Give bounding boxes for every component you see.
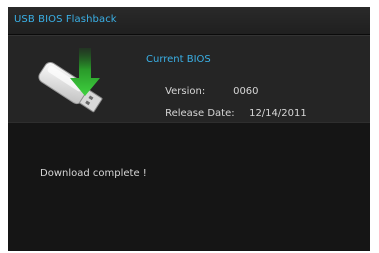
usb-drive-download-icon — [38, 48, 103, 113]
version-value: 0060 — [233, 86, 259, 97]
release-date-label: Release Date: — [165, 108, 235, 119]
status-message: Download complete ! — [40, 168, 147, 179]
usb-bios-flashback-window: USB BIOS Flashback Current BIOS Version:… — [8, 7, 370, 251]
current-bios-heading: Current BIOS — [146, 54, 211, 65]
release-date-value: 12/14/2011 — [249, 108, 307, 119]
window-title: USB BIOS Flashback — [14, 14, 117, 25]
status-panel: Download complete ! — [8, 123, 370, 251]
title-bar: USB BIOS Flashback — [8, 7, 370, 35]
version-label: Version: — [165, 86, 206, 97]
bios-info-panel: Current BIOS Version: 0060 Release Date: 1… — [8, 35, 370, 123]
